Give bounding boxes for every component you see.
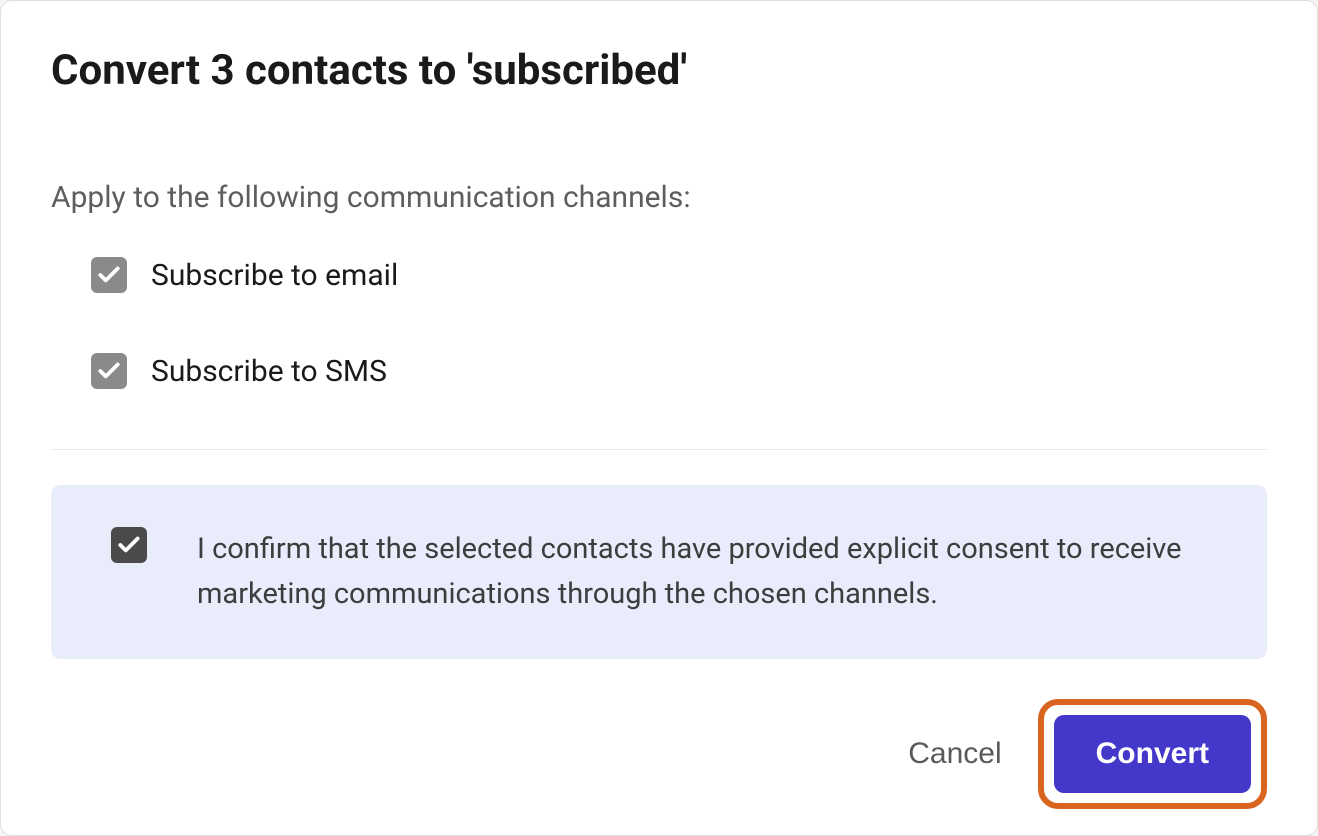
channel-sms-row: Subscribe to SMS: [51, 353, 1267, 389]
check-icon: [116, 532, 142, 558]
convert-button[interactable]: Convert: [1054, 715, 1251, 793]
consent-checkbox[interactable]: [111, 527, 147, 563]
check-icon: [96, 262, 122, 288]
modal-footer: Cancel Convert: [51, 659, 1267, 809]
section-divider: [51, 449, 1267, 450]
channel-sms-checkbox[interactable]: [91, 353, 127, 389]
channel-email-label[interactable]: Subscribe to email: [151, 258, 398, 293]
channel-email-checkbox[interactable]: [91, 257, 127, 293]
channels-instruction: Apply to the following communication cha…: [51, 180, 1267, 215]
channel-email-row: Subscribe to email: [51, 257, 1267, 293]
convert-button-highlight: Convert: [1038, 699, 1267, 809]
consent-text: I confirm that the selected contacts hav…: [197, 527, 1207, 617]
cancel-button[interactable]: Cancel: [900, 727, 1009, 781]
consent-confirm-box: I confirm that the selected contacts hav…: [51, 485, 1267, 659]
channel-sms-label[interactable]: Subscribe to SMS: [151, 354, 387, 389]
check-icon: [96, 358, 122, 384]
modal-title: Convert 3 contacts to 'subscribed': [51, 46, 1267, 95]
convert-subscribed-modal: Convert 3 contacts to 'subscribed' Apply…: [0, 0, 1318, 836]
